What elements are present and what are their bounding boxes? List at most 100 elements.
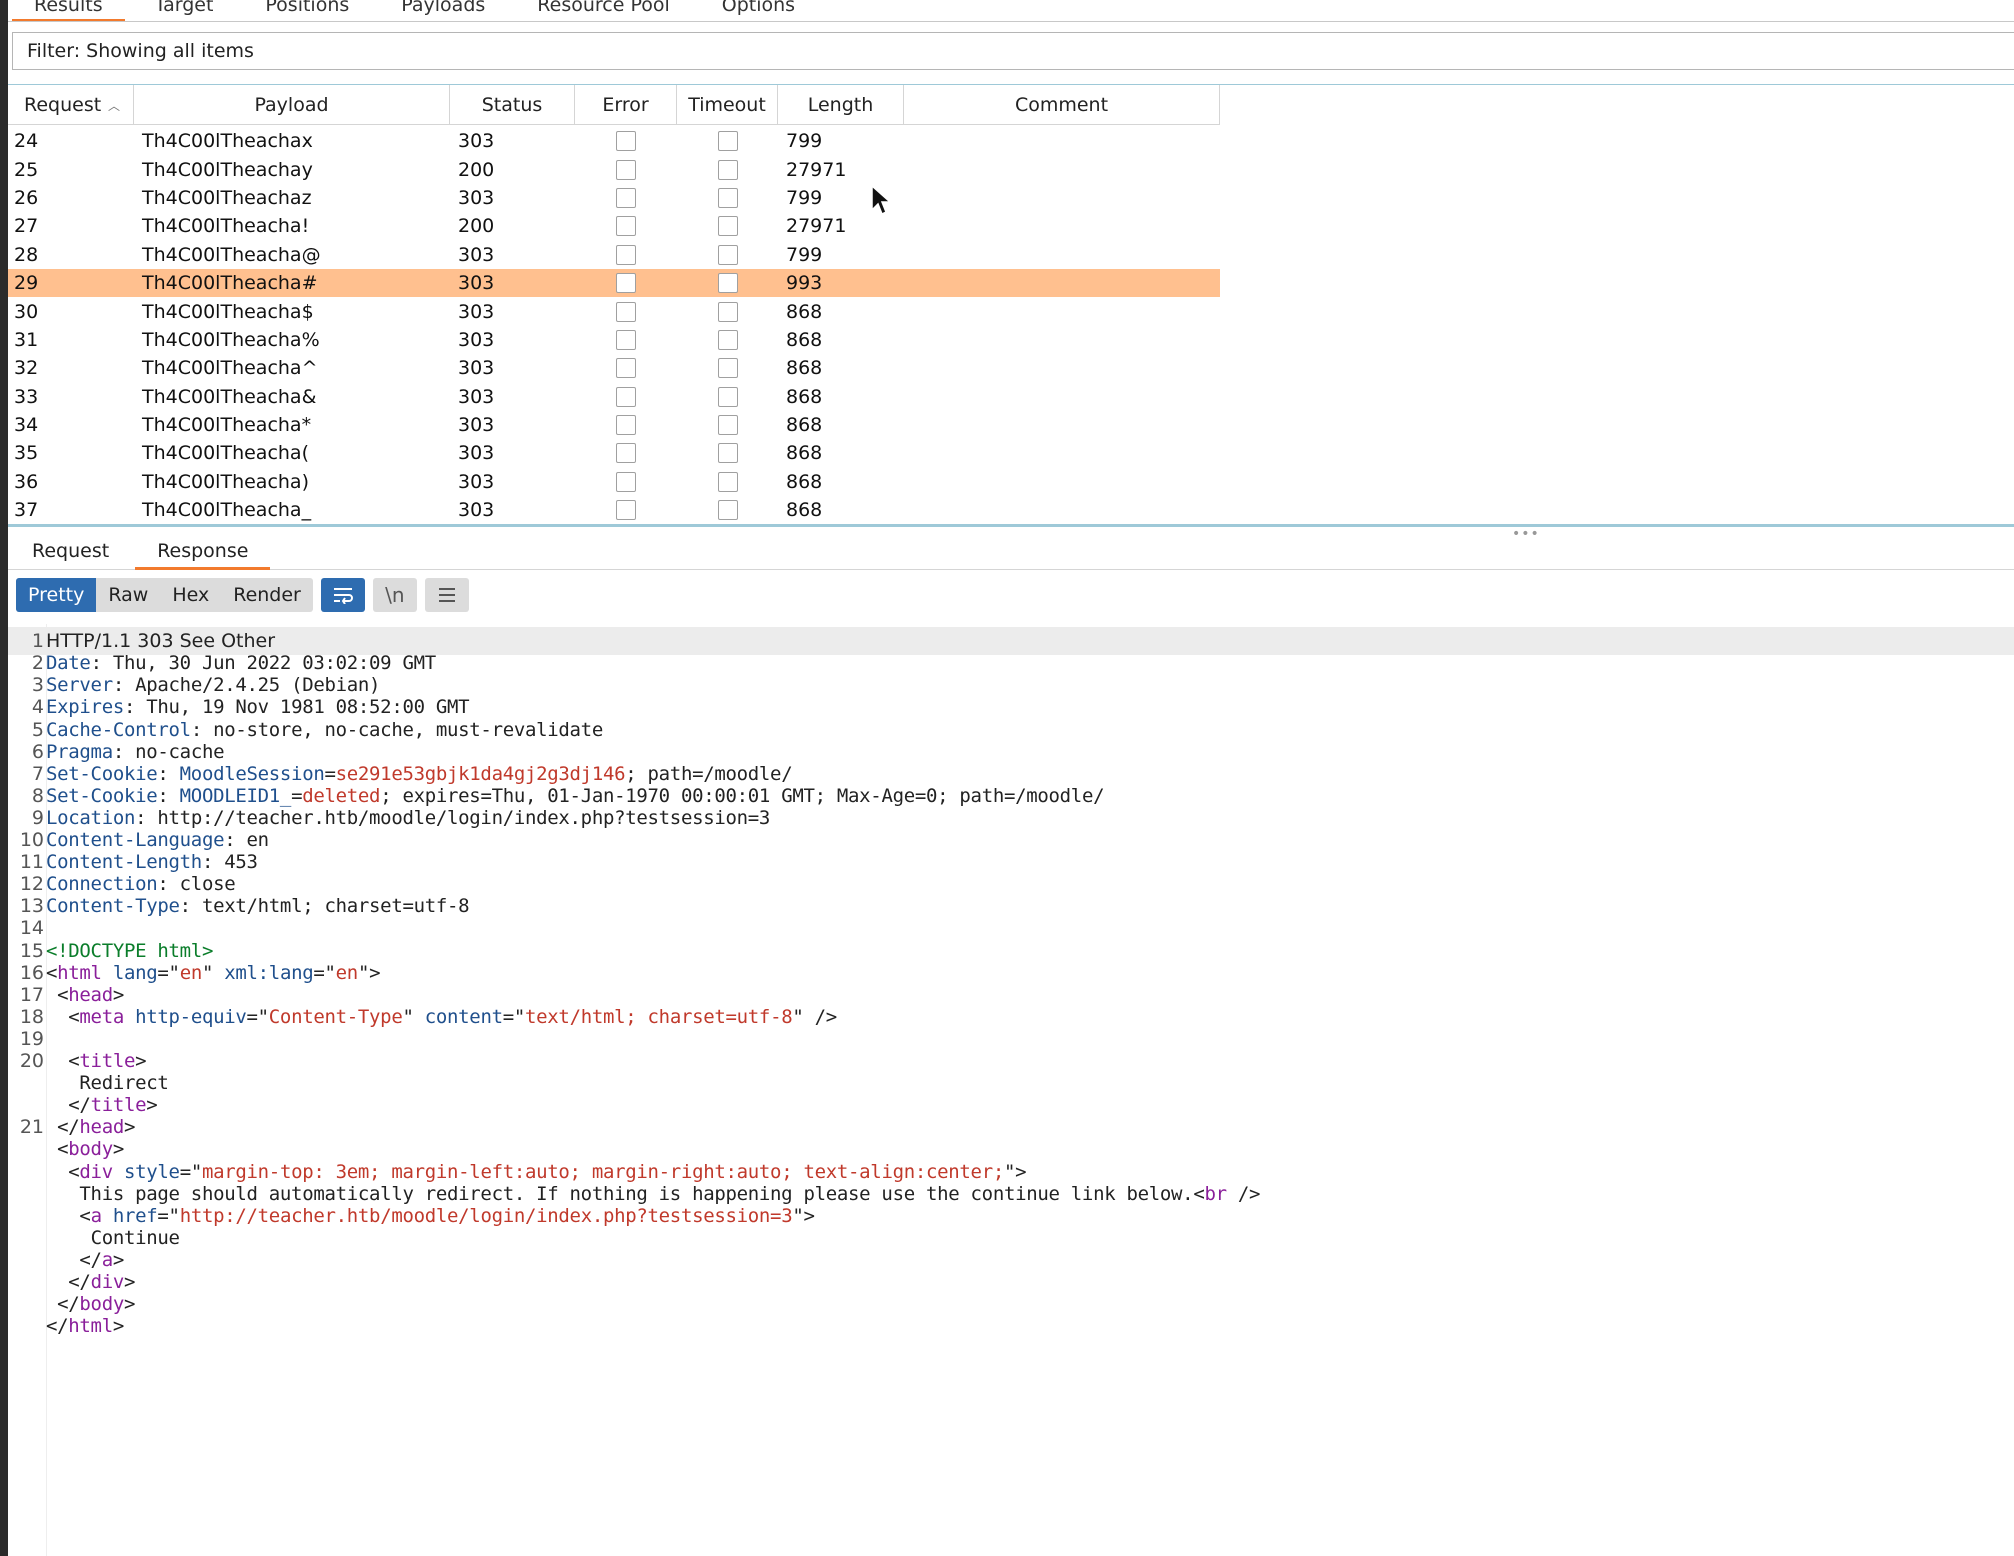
raw-button[interactable]: Raw [96,578,160,612]
render-button[interactable]: Render [221,578,313,612]
error-checkbox[interactable] [616,244,636,265]
filter-bar[interactable]: Filter: Showing all items [12,32,2014,70]
code-token: > [123,1293,136,1316]
column-header-status[interactable]: Status [450,85,575,125]
tab-request[interactable]: Request [8,532,133,569]
attack-tabs: Results Target Positions Payloads Resour… [8,0,2014,22]
timeout-cell [677,241,778,269]
code-token: br [1204,1182,1227,1205]
request-number-cell: 30 [14,300,39,323]
code-token: xml:lang [213,961,314,984]
timeout-checkbox[interactable] [717,358,738,379]
request-number-cell: 27 [14,215,39,238]
tab-results[interactable]: Results [8,0,129,21]
code-token: =" [157,961,180,984]
request-number-cell: 29 [14,272,39,295]
timeout-checkbox[interactable] [717,415,738,436]
payload-cell: Th4C00lTheacha@ [142,243,321,266]
response-viewer[interactable]: 1 HTTP/1.1 303 See Other 2 Date: Thu, 30 Ju… [8,624,2014,1556]
table-row[interactable]: 27 Th4C00lTheacha! 200 27971 [8,212,1220,240]
table-row[interactable]: 30 Th4C00lTheacha$ 303 868 [8,297,1220,325]
column-header-length[interactable]: Length [778,85,904,125]
code-token: /> [1226,1182,1261,1205]
timeout-cell [677,297,778,325]
error-checkbox[interactable] [616,329,636,350]
table-row[interactable]: 34 Th4C00lTheacha* 303 868 [8,411,1220,439]
code-token: > [123,1116,136,1139]
table-row[interactable]: 26 Th4C00lTheachaz 303 799 [8,184,1220,212]
column-header-request[interactable]: Request ︿ [8,85,134,125]
hex-button[interactable]: Hex [160,578,221,612]
timeout-checkbox[interactable] [717,244,738,265]
status-cell: 303 [458,328,495,351]
table-row[interactable]: 28 Th4C00lTheacha@ 303 799 [8,241,1220,269]
payload-cell: Th4C00lTheacha( [142,442,309,465]
panel-splitter[interactable] [8,524,2014,527]
error-checkbox[interactable] [616,159,636,180]
table-row[interactable]: 33 Th4C00lTheacha& 303 868 [8,383,1220,411]
table-row[interactable]: 29 Th4C00lTheacha# 303 993 [8,268,1220,298]
error-checkbox[interactable] [616,216,636,237]
column-header-payload[interactable]: Payload [134,85,450,125]
timeout-checkbox[interactable] [717,471,738,492]
table-row[interactable]: 36 Th4C00lTheacha) 303 868 [8,468,1220,496]
code-token: =" [502,1005,526,1028]
code-token: en [179,961,203,984]
error-checkbox[interactable] [616,443,636,464]
length-cell: 868 [786,499,823,522]
table-row[interactable]: 25 Th4C00lTheachay 200 27971 [8,155,1220,183]
tab-target[interactable]: Target [129,0,240,21]
error-checkbox[interactable] [616,358,636,379]
tab-resource-pool[interactable]: Resource Pool [511,0,695,21]
filter-text: Filter: Showing all items [27,40,254,62]
code-token: en [335,961,359,984]
code-token: "> [792,1204,815,1227]
timeout-checkbox[interactable] [717,386,738,407]
intruder-results-window: Results Target Positions Payloads Resour… [8,0,2014,1556]
column-header-comment[interactable]: Comment [904,85,1220,125]
timeout-cell [677,354,778,382]
timeout-checkbox[interactable] [717,500,738,521]
column-header-timeout[interactable]: Timeout [677,85,778,125]
table-row[interactable]: 31 Th4C00lTheacha% 303 868 [8,326,1220,354]
menu-button[interactable] [424,578,469,612]
error-checkbox[interactable] [616,471,636,492]
error-checkbox[interactable] [616,273,636,294]
payload-cell: Th4C00lTheachay [142,158,313,181]
show-newlines-button[interactable]: \n [372,578,417,612]
word-wrap-button[interactable] [320,578,365,612]
tab-payloads[interactable]: Payloads [375,0,511,21]
tab-positions[interactable]: Positions [239,0,375,21]
error-checkbox[interactable] [616,415,636,436]
error-checkbox[interactable] [616,301,636,322]
timeout-checkbox[interactable] [717,216,738,237]
pretty-button[interactable]: Pretty [16,578,97,612]
tab-response[interactable]: Response [133,532,272,570]
error-checkbox[interactable] [616,187,636,208]
column-header-error[interactable]: Error [575,85,677,125]
timeout-checkbox[interactable] [717,443,738,464]
timeout-checkbox[interactable] [717,159,738,180]
code-line: 18 <meta http-equiv="Content-Type" conte… [8,1003,837,1031]
error-checkbox[interactable] [616,500,636,521]
code-token: html [68,1315,113,1338]
error-checkbox[interactable] [616,131,636,152]
timeout-checkbox[interactable] [717,131,738,152]
table-row[interactable]: 24 Th4C00lTheachax 303 799 [8,127,1220,155]
timeout-checkbox[interactable] [717,187,738,208]
tab-label: Results [34,0,103,16]
request-number-cell: 37 [14,499,39,522]
column-label: Timeout [688,94,766,116]
timeout-checkbox[interactable] [717,301,738,322]
code-token: =" [246,1005,270,1028]
table-row[interactable]: 32 Th4C00lTheacha^ 303 868 [8,354,1220,382]
table-row[interactable]: 35 Th4C00lTheacha(303 868 [8,439,1220,467]
status-cell: 303 [458,499,495,522]
code-token: "> [357,961,381,984]
error-checkbox[interactable] [616,386,636,407]
table-row[interactable]: 37 Th4C00lTheacha_ 303 868 [8,496,1220,524]
tab-options[interactable]: Options [696,0,821,21]
timeout-checkbox[interactable] [717,329,738,350]
request-number-cell: 36 [14,470,39,493]
timeout-checkbox[interactable] [717,273,738,294]
